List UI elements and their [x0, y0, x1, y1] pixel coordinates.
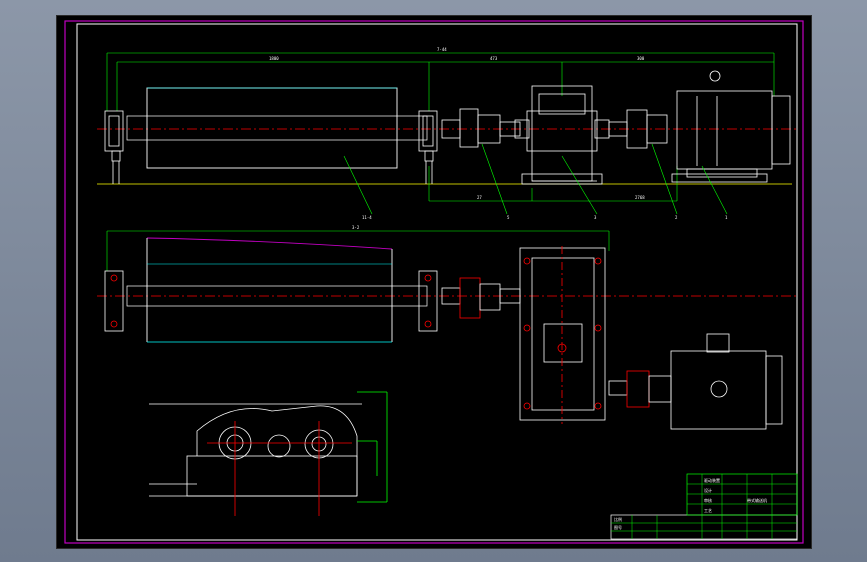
drum-shaft: [126, 115, 428, 141]
elevation-view: 7-44 1800 473 300 27 2768 11-4 5 3 2 1: [97, 47, 797, 220]
tb-row-1: 驱动装置: [704, 477, 720, 483]
drawing-canvas: 7-44 1800 473 300 27 2768 11-4 5 3 2 1 3…: [64, 20, 804, 544]
dim-coupling: 473: [490, 56, 498, 61]
drawing-title: 带式输送机: [747, 497, 767, 503]
middle-bearing: [418, 110, 438, 184]
plan-view: 3-2: [97, 225, 797, 430]
motor-elevation: [671, 70, 791, 183]
dim-plan: 3-2: [352, 225, 360, 230]
dim-overall: 7-44: [437, 47, 447, 52]
leader-label-4: 2: [675, 215, 678, 220]
cad-viewport[interactable]: 7-44 1800 473 300 27 2768 11-4 5 3 2 1 3…: [56, 15, 812, 549]
elevation-leaders: [343, 143, 728, 215]
dim-lower-a: 27: [477, 195, 482, 200]
tb-row-3: 审核: [704, 497, 712, 503]
side-section-view: [149, 391, 388, 516]
plan-bearings: [104, 270, 438, 332]
outer-frame: [64, 20, 804, 544]
leader-label-3: 3: [594, 215, 597, 220]
leader-label-1: 11-4: [362, 215, 372, 220]
drum-body: [146, 87, 398, 169]
left-bearing: [104, 110, 124, 184]
top-dimensions: [106, 52, 775, 202]
gearbox-plan: [519, 246, 606, 424]
leader-label-2: 5: [507, 215, 510, 220]
dim-roller: 1800: [269, 56, 279, 61]
title-block: 带式输送机 驱动装置 设计 审核 工艺 比例 图号: [610, 473, 798, 540]
dim-motor: 300: [637, 56, 645, 61]
motor-plan: [608, 333, 783, 430]
tb-row-5: 比例: [614, 516, 622, 522]
tb-row-6: 图号: [614, 524, 622, 530]
leader-label-5: 1: [725, 215, 728, 220]
gearbox-elevation: [514, 85, 610, 185]
tb-row-2: 设计: [704, 487, 712, 493]
coupling-1: [441, 108, 521, 148]
dim-lower-b: 2768: [635, 195, 645, 200]
tb-row-4: 工艺: [704, 508, 712, 513]
